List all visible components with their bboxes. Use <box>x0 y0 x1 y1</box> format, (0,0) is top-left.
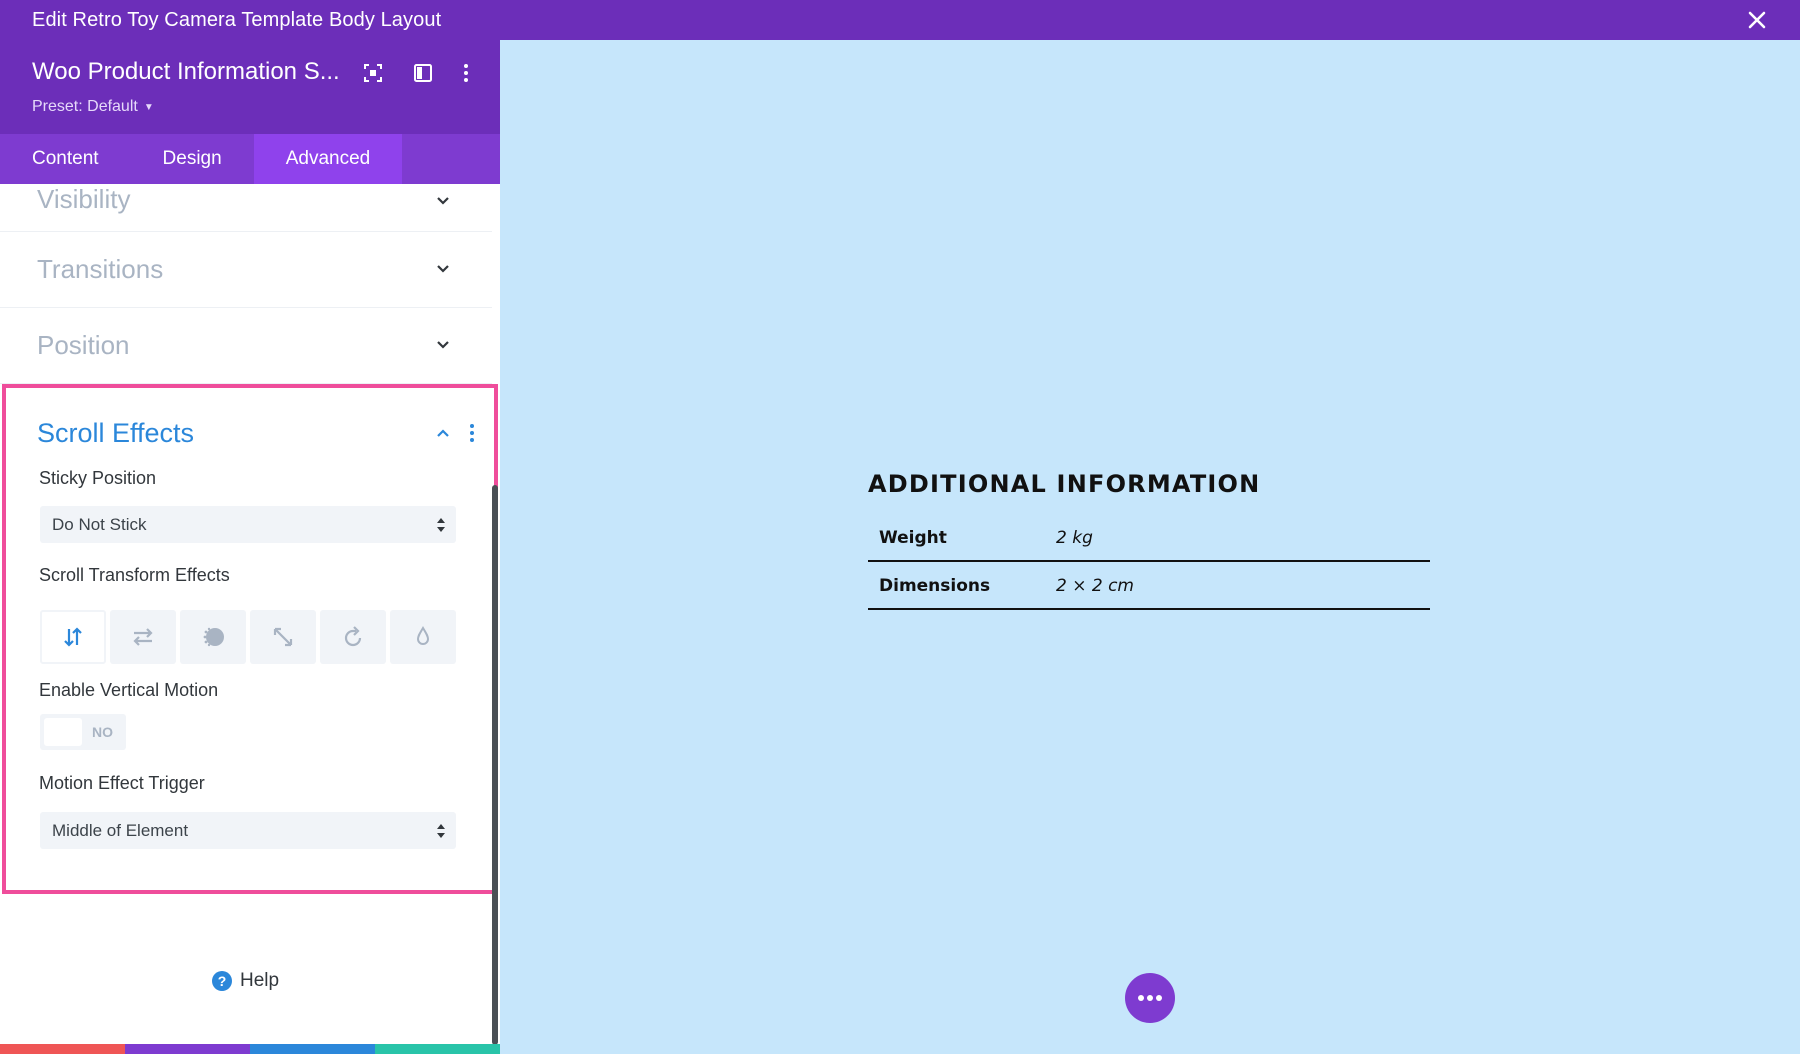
fading-icon <box>203 627 224 647</box>
vertical-motion-label: Enable Vertical Motion <box>39 680 219 700</box>
help-icon: ? <box>212 971 232 991</box>
help-link[interactable]: ? Help <box>212 970 279 992</box>
chevron-up-icon[interactable] <box>434 424 452 442</box>
scaling-button[interactable] <box>250 610 316 664</box>
horizontal-motion-icon <box>133 628 153 646</box>
close-icon[interactable] <box>1744 7 1770 33</box>
vertical-motion-button[interactable] <box>40 610 106 664</box>
tab-advanced[interactable]: Advanced <box>253 134 403 184</box>
blur-icon <box>416 626 430 645</box>
preset-selector[interactable]: Preset: Default ▼ <box>32 98 154 116</box>
chevron-down-icon <box>434 336 452 354</box>
section-transitions-label: Transitions <box>37 254 164 284</box>
save-button[interactable] <box>375 1044 500 1054</box>
preview-canvas: ADDITIONAL INFORMATION Weight 2 kg Dimen… <box>500 40 1800 1054</box>
additional-info-table: Weight 2 kg Dimensions 2 × 2 cm <box>868 514 1430 610</box>
preset-label: Preset: Default <box>32 98 138 115</box>
rotating-icon <box>344 626 362 647</box>
section-visibility[interactable]: Visibility <box>0 184 492 232</box>
table-row: Weight 2 kg <box>868 514 1430 562</box>
caret-down-icon: ▼ <box>143 101 154 113</box>
trigger-select[interactable]: Middle of Element <box>40 812 456 849</box>
page-settings-button[interactable] <box>1125 973 1175 1023</box>
select-arrows-icon <box>437 824 445 838</box>
sticky-position-value: Do Not Stick <box>52 515 147 534</box>
fullscreen-icon[interactable] <box>362 62 384 84</box>
sticky-position-select[interactable]: Do Not Stick <box>40 506 456 543</box>
section-position-label: Position <box>37 330 130 360</box>
section-options-icon[interactable] <box>468 422 476 444</box>
blur-button[interactable] <box>390 610 456 664</box>
row-key: Dimensions <box>879 576 991 596</box>
transform-effects-bar <box>40 610 456 664</box>
help-label: Help <box>240 970 280 991</box>
undo-button[interactable] <box>125 1044 250 1054</box>
select-arrows-icon <box>437 518 445 532</box>
tab-content[interactable]: Content <box>0 134 131 184</box>
rotating-button[interactable] <box>320 610 386 664</box>
additional-info-heading: ADDITIONAL INFORMATION <box>868 470 1261 498</box>
chevron-down-icon <box>434 192 452 210</box>
tab-bar: Content Design Advanced <box>0 134 500 184</box>
chevron-down-icon <box>434 260 452 278</box>
window-title: Edit Retro Toy Camera Template Body Layo… <box>32 8 442 31</box>
vertical-motion-icon <box>64 627 82 647</box>
sticky-position-label: Sticky Position <box>39 468 157 488</box>
horizontal-motion-button[interactable] <box>110 610 176 664</box>
row-value: 2 kg <box>1056 528 1093 548</box>
settings-panel: Woo Product Information S... Preset: Def… <box>0 40 500 1054</box>
panel-scrollbar[interactable] <box>492 485 498 1045</box>
svg-text:?: ? <box>218 973 227 989</box>
scaling-icon <box>273 627 293 647</box>
title-bar: Edit Retro Toy Camera Template Body Layo… <box>0 0 1800 40</box>
toggle-state: NO <box>92 724 113 740</box>
row-key: Weight <box>879 528 947 548</box>
vertical-motion-toggle[interactable]: NO <box>40 714 126 750</box>
dots-icon <box>1138 995 1162 1001</box>
trigger-value: Middle of Element <box>52 821 189 840</box>
more-options-icon[interactable] <box>455 62 477 84</box>
section-transitions[interactable]: Transitions <box>0 232 492 308</box>
toggle-knob <box>44 718 82 746</box>
tab-design[interactable]: Design <box>131 134 254 184</box>
table-row: Dimensions 2 × 2 cm <box>868 562 1430 610</box>
trigger-label: Motion Effect Trigger <box>39 773 205 793</box>
fading-button[interactable] <box>180 610 246 664</box>
panel-header: Woo Product Information S... Preset: Def… <box>0 40 500 134</box>
redo-button[interactable] <box>250 1044 375 1054</box>
transform-effects-label: Scroll Transform Effects <box>39 565 230 585</box>
split-view-icon[interactable] <box>412 62 434 84</box>
section-visibility-label: Visibility <box>37 184 131 214</box>
row-value: 2 × 2 cm <box>1056 576 1134 596</box>
action-bar <box>0 1044 500 1054</box>
section-position[interactable]: Position <box>0 308 492 384</box>
discard-button[interactable] <box>0 1044 125 1054</box>
scroll-effects-title[interactable]: Scroll Effects <box>37 418 194 449</box>
module-title: Woo Product Information S... <box>32 58 340 85</box>
scroll-effects-section: Scroll Effects Sticky Position Do Not St… <box>2 384 498 894</box>
